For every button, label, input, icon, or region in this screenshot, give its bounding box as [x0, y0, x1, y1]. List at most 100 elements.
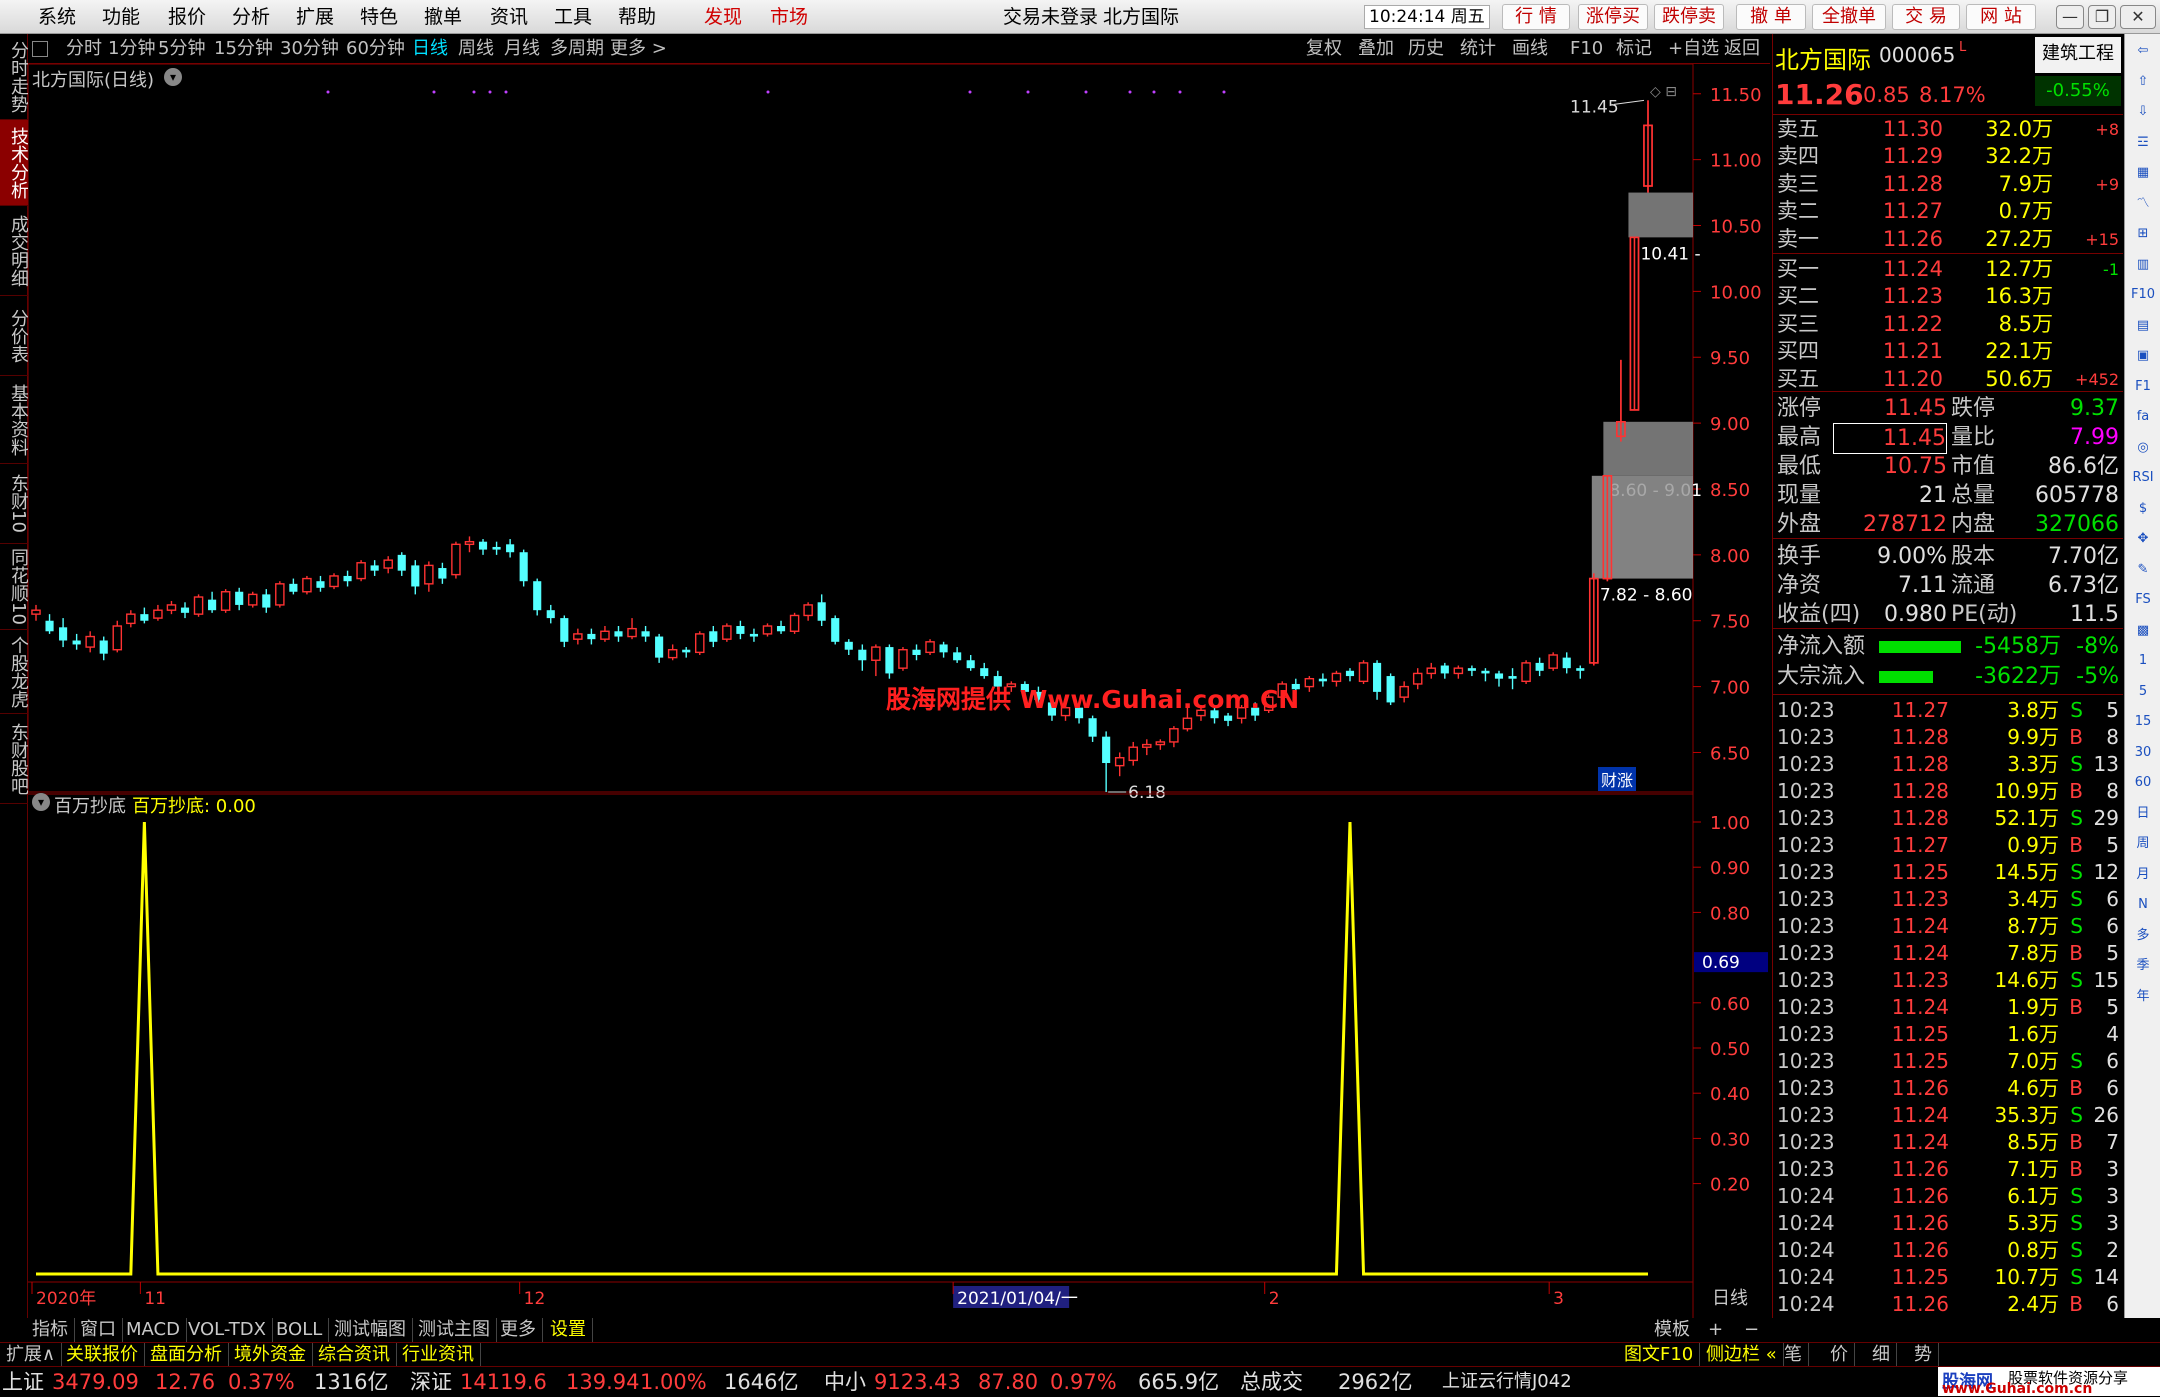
chart-action-8[interactable]: 返回: [1724, 37, 1760, 61]
zx-label[interactable]: 中小: [824, 1369, 866, 1395]
chart-action-3[interactable]: 统计: [1460, 37, 1496, 61]
period-1[interactable]: 1分钟: [108, 37, 155, 61]
period-10[interactable]: 更多 >: [610, 37, 667, 61]
period-6[interactable]: 日线: [412, 37, 448, 61]
side-tool-20[interactable]: 1: [2129, 648, 2157, 674]
side-tool-14[interactable]: RSI: [2129, 465, 2157, 491]
indicator-tab-8[interactable]: 设置: [544, 1318, 593, 1342]
chart-title-dropdown-icon[interactable]: ▾: [164, 68, 182, 86]
side-tool-27[interactable]: 月: [2129, 862, 2157, 888]
side-tool-21[interactable]: 5: [2129, 679, 2157, 705]
side-tool-8[interactable]: F10: [2129, 282, 2157, 308]
menu-market[interactable]: 市场: [770, 3, 808, 31]
chart-action-7[interactable]: +自选: [1668, 37, 1719, 61]
period-0[interactable]: 分时: [66, 37, 102, 61]
indicator-tab-4[interactable]: BOLL: [270, 1318, 330, 1342]
menu-item-0[interactable]: 系统: [38, 3, 76, 31]
menu-item-6[interactable]: 撤单: [424, 3, 462, 31]
side-tool-25[interactable]: 日: [2129, 801, 2157, 827]
left-tab-1[interactable]: 技术分析: [0, 120, 29, 206]
period-7[interactable]: 周线: [458, 37, 494, 61]
period-5[interactable]: 60分钟: [346, 37, 405, 61]
trade-button-1[interactable]: 涨停买: [1578, 4, 1648, 30]
period-4[interactable]: 30分钟: [280, 37, 339, 61]
template-button[interactable]: 模板: [1648, 1318, 1696, 1342]
trade-button-2[interactable]: 跌停卖: [1654, 4, 1724, 30]
chart-area[interactable]: 11.50 11.00 10.50 10.00 9.50 9.00 8.50 8.00 7.50…: [27, 63, 1970, 1318]
side-tool-22[interactable]: 15: [2129, 709, 2157, 735]
indicator-tab-3[interactable]: VOL-TDX: [182, 1318, 273, 1342]
ask-row[interactable]: 卖三 11.28 7.9万 +9: [1773, 171, 2123, 198]
indicator-tab-2[interactable]: MACD: [120, 1318, 187, 1342]
side-tab-5[interactable]: 势: [1908, 1343, 1939, 1367]
side-tool-11[interactable]: F1: [2129, 374, 2157, 400]
side-tool-15[interactable]: $: [2129, 496, 2157, 522]
indicator-dropdown-icon[interactable]: ▾: [32, 793, 50, 811]
function-tab-1[interactable]: 关联报价: [60, 1343, 145, 1367]
side-tool-9[interactable]: ▤: [2129, 313, 2157, 339]
chart-action-1[interactable]: 叠加: [1358, 37, 1394, 61]
chart-action-6[interactable]: 标记: [1616, 37, 1652, 61]
trade-button-3[interactable]: 撤 单: [1736, 4, 1806, 30]
side-tool-3[interactable]: ☲: [2129, 130, 2157, 156]
side-tab-0[interactable]: 图文F10: [1618, 1343, 1701, 1367]
indicator-tab-6[interactable]: 测试主图: [412, 1318, 497, 1342]
ask-row[interactable]: 卖一 11.26 27.2万 +15: [1773, 226, 2123, 253]
cailab-badge[interactable]: 财涨: [1598, 767, 1637, 791]
left-tab-8[interactable]: 东财股吧: [0, 714, 29, 804]
chart-action-5[interactable]: F10: [1570, 37, 1603, 61]
side-tool-10[interactable]: ▣: [2129, 343, 2157, 369]
side-tool-13[interactable]: ◎: [2129, 435, 2157, 461]
remove-window-button[interactable]: −: [1738, 1318, 1765, 1342]
side-tool-26[interactable]: 周: [2129, 831, 2157, 857]
side-tool-5[interactable]: 〽: [2129, 191, 2157, 217]
trade-button-6[interactable]: 网 站: [1966, 4, 2036, 30]
side-tab-4[interactable]: 细: [1866, 1343, 1897, 1367]
sector-button[interactable]: 建筑工程: [2035, 37, 2121, 73]
menu-item-9[interactable]: 帮助: [618, 3, 656, 31]
trade-button-0[interactable]: 行 情: [1502, 4, 1570, 30]
restore-button[interactable]: ❐: [2088, 5, 2116, 29]
indicator-tab-1[interactable]: 窗口: [74, 1318, 123, 1342]
menu-item-1[interactable]: 功能: [102, 3, 140, 31]
side-tool-29[interactable]: 多: [2129, 923, 2157, 949]
period-3[interactable]: 15分钟: [214, 37, 273, 61]
bid-row[interactable]: 买二 11.23 16.3万: [1773, 283, 2123, 310]
left-tab-7[interactable]: 个股龙虎: [0, 630, 29, 714]
chart-action-0[interactable]: 复权: [1306, 37, 1342, 61]
left-tab-4[interactable]: 基本资料: [0, 376, 29, 464]
side-tool-23[interactable]: 30: [2129, 740, 2157, 766]
add-window-button[interactable]: +: [1702, 1318, 1729, 1342]
side-tool-16[interactable]: ✥: [2129, 526, 2157, 552]
side-tool-28[interactable]: N: [2129, 892, 2157, 918]
close-button[interactable]: ✕: [2120, 5, 2156, 29]
side-tool-6[interactable]: ⊞: [2129, 221, 2157, 247]
side-tool-30[interactable]: 季: [2129, 953, 2157, 979]
side-tool-4[interactable]: ▦: [2129, 160, 2157, 186]
trade-button-5[interactable]: 交 易: [1892, 4, 1960, 30]
side-tab-2[interactable]: 笔: [1778, 1343, 1809, 1367]
period-8[interactable]: 月线: [504, 37, 540, 61]
function-tab-4[interactable]: 综合资讯: [312, 1343, 397, 1367]
side-tool-19[interactable]: ▩: [2129, 618, 2157, 644]
left-tab-5[interactable]: 东财10: [0, 464, 29, 544]
left-tab-6[interactable]: 同花顺10: [0, 544, 29, 630]
menu-item-8[interactable]: 工具: [554, 3, 592, 31]
ask-row[interactable]: 卖二 11.27 0.7万: [1773, 198, 2123, 225]
chart-action-2[interactable]: 历史: [1408, 37, 1444, 61]
indicator-tab-7[interactable]: 更多: [494, 1318, 543, 1342]
function-tab-0[interactable]: 扩展∧: [0, 1343, 63, 1367]
sz-label[interactable]: 深证: [410, 1369, 452, 1395]
bid-row[interactable]: 买五 11.20 50.6万 +452: [1773, 366, 2123, 393]
period-9[interactable]: 多周期: [550, 37, 604, 61]
left-tab-0[interactable]: 分时走势: [0, 34, 29, 120]
function-tab-3[interactable]: 境外资金: [228, 1343, 313, 1367]
side-tab-3[interactable]: 价: [1824, 1343, 1855, 1367]
ask-row[interactable]: 卖五 11.30 32.0万 +8: [1773, 116, 2123, 143]
left-tab-2[interactable]: 成交明细: [0, 206, 29, 296]
side-tool-0[interactable]: ⇦: [2129, 38, 2157, 64]
menu-discover[interactable]: 发现: [704, 3, 742, 31]
trade-button-4[interactable]: 全撤单: [1812, 4, 1886, 30]
side-tool-31[interactable]: 年: [2129, 984, 2157, 1010]
bid-row[interactable]: 买四 11.21 22.1万: [1773, 338, 2123, 365]
